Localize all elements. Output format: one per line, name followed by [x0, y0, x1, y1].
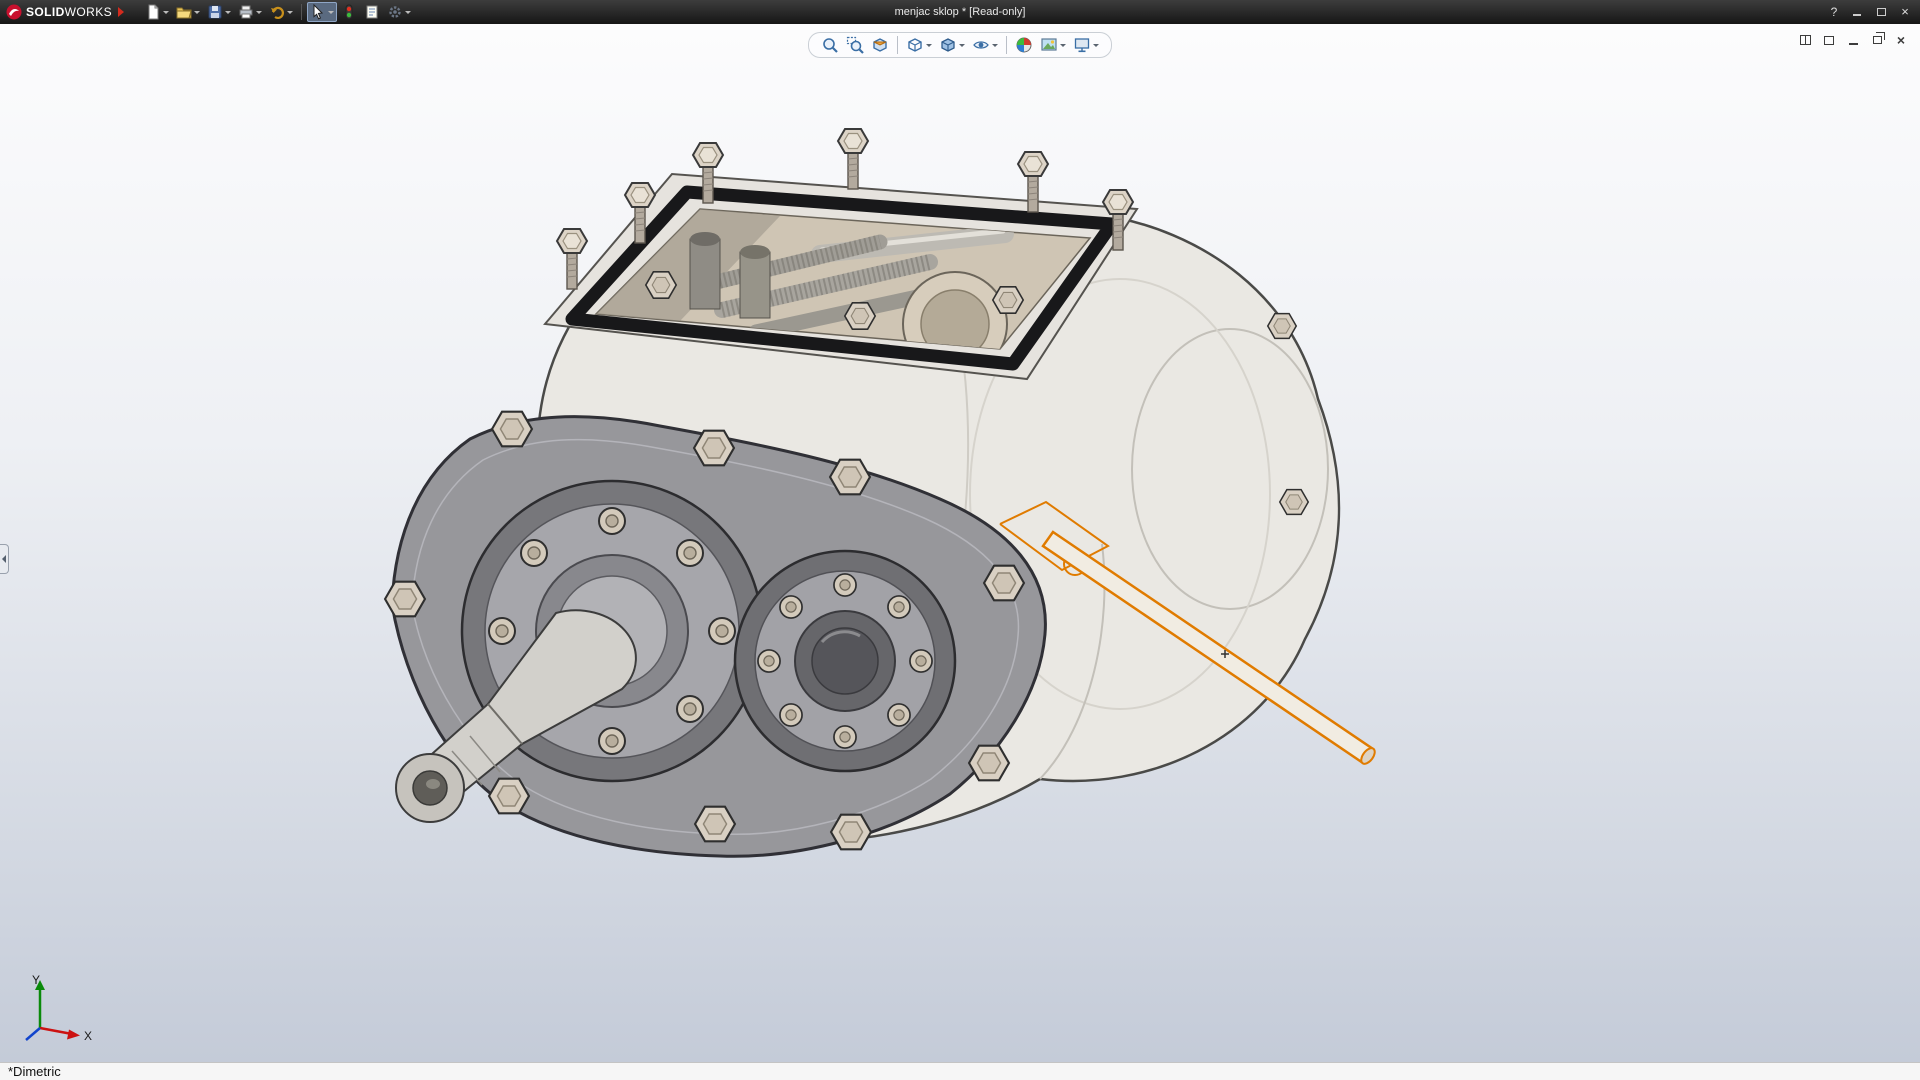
- status-bar: *Dimetric: [0, 1062, 1920, 1080]
- file-properties-icon: [364, 4, 380, 20]
- save-icon: [207, 4, 223, 20]
- graphics-area[interactable]: × Y X: [0, 24, 1920, 1062]
- feature-manager-collapse-handle[interactable]: [0, 544, 9, 574]
- window-close-button[interactable]: ×: [1896, 5, 1914, 19]
- heads-up-view-toolbar: [808, 32, 1112, 58]
- help-button[interactable]: ?: [1826, 5, 1842, 19]
- zoom-to-fit-icon: [821, 36, 839, 54]
- doc-close-icon: ×: [1897, 34, 1905, 46]
- menu-flyout-arrow-icon[interactable]: [118, 7, 124, 17]
- new-document-button[interactable]: [142, 2, 172, 22]
- apply-scene-dropdown-icon[interactable]: [1060, 44, 1066, 47]
- doc-restore-button[interactable]: [1868, 32, 1886, 48]
- view-orientation-cube-icon: [906, 36, 924, 54]
- edit-appearance-button[interactable]: [1013, 35, 1035, 55]
- save-dropdown-icon[interactable]: [225, 11, 231, 14]
- view-orientation-label: *Dimetric: [8, 1064, 61, 1079]
- view-settings-button[interactable]: [1071, 35, 1101, 55]
- doc-close-button[interactable]: ×: [1892, 32, 1910, 48]
- minimize-icon: [1853, 14, 1861, 16]
- print-icon: [238, 4, 254, 20]
- rebuild-icon: [341, 4, 357, 20]
- app-name-light: WORKS: [65, 5, 112, 19]
- open-icon: [176, 4, 192, 20]
- undo-dropdown-icon[interactable]: [287, 11, 293, 14]
- options-dropdown-icon[interactable]: [405, 11, 411, 14]
- right-bearing-flange[interactable]: [735, 551, 955, 771]
- options-button[interactable]: [384, 2, 414, 22]
- display-style-dropdown-icon[interactable]: [959, 44, 965, 47]
- x-axis-arrow-icon: [67, 1030, 80, 1040]
- tile-windows-icon: [1824, 36, 1834, 45]
- hide-show-eye-icon: [972, 36, 990, 54]
- collapse-arrow-icon: [2, 555, 6, 563]
- display-style-button[interactable]: [937, 35, 967, 55]
- main-toolbar: [142, 2, 414, 22]
- save-button[interactable]: [204, 2, 234, 22]
- window-maximize-button[interactable]: [1872, 5, 1890, 19]
- view-settings-icon: [1073, 36, 1091, 54]
- zoom-to-fit-button[interactable]: [819, 35, 841, 55]
- document-window-controls: ×: [1796, 32, 1910, 48]
- solidworks-window: SOLIDWORKS: [0, 0, 1920, 1080]
- rebuild-button[interactable]: [338, 2, 360, 22]
- triad-y-label: Y: [32, 973, 40, 987]
- reference-triad: Y X: [14, 972, 104, 1046]
- hide-show-dropdown-icon[interactable]: [992, 44, 998, 47]
- app-name-bold: SOLID: [26, 5, 65, 19]
- display-style-cube-icon: [939, 36, 957, 54]
- undo-button[interactable]: [266, 2, 296, 22]
- open-dropdown-icon[interactable]: [194, 11, 200, 14]
- options-gear-icon: [387, 4, 403, 20]
- view-orientation-dropdown-icon[interactable]: [926, 44, 932, 47]
- titlebar-right-controls: ? ×: [1826, 5, 1920, 19]
- z-axis-icon: [26, 1028, 40, 1040]
- section-view-button[interactable]: [869, 35, 891, 55]
- hud-separator: [1006, 36, 1007, 54]
- zoom-to-area-icon: [846, 36, 864, 54]
- window-minimize-button[interactable]: [1848, 5, 1866, 19]
- doc-minimize-icon: [1849, 43, 1858, 45]
- app-logo: SOLIDWORKS: [0, 4, 132, 20]
- undo-icon: [269, 4, 285, 20]
- doc-restore-icon: [1873, 36, 1882, 44]
- new-document-icon: [145, 4, 161, 20]
- view-orientation-button[interactable]: [904, 35, 934, 55]
- doc-pane-layout-button[interactable]: [1796, 32, 1814, 48]
- apply-scene-icon: [1040, 36, 1058, 54]
- hud-separator: [897, 36, 898, 54]
- section-view-icon: [871, 36, 889, 54]
- solidworks-logo-icon: [6, 4, 22, 20]
- app-name: SOLIDWORKS: [26, 5, 112, 19]
- close-icon: ×: [1901, 7, 1909, 17]
- toolbar-separator: [301, 4, 302, 20]
- view-settings-dropdown-icon[interactable]: [1093, 44, 1099, 47]
- new-document-dropdown-icon[interactable]: [163, 11, 169, 14]
- select-dropdown-icon[interactable]: [328, 11, 334, 14]
- title-bar: SOLIDWORKS: [0, 0, 1920, 24]
- file-properties-button[interactable]: [361, 2, 383, 22]
- apply-scene-button[interactable]: [1038, 35, 1068, 55]
- print-dropdown-icon[interactable]: [256, 11, 262, 14]
- select-arrow-icon: [310, 4, 326, 20]
- gearbox-model[interactable]: [0, 24, 1920, 1062]
- hide-show-items-button[interactable]: [970, 35, 1000, 55]
- print-button[interactable]: [235, 2, 265, 22]
- edit-appearance-sphere-icon: [1015, 36, 1033, 54]
- triad-x-label: X: [84, 1029, 92, 1043]
- select-button[interactable]: [307, 2, 337, 22]
- zoom-to-area-button[interactable]: [844, 35, 866, 55]
- pane-layout-icon: [1800, 35, 1811, 45]
- maximize-icon: [1877, 8, 1886, 16]
- open-button[interactable]: [173, 2, 203, 22]
- doc-minimize-button[interactable]: [1844, 32, 1862, 48]
- doc-tile-windows-button[interactable]: [1820, 32, 1838, 48]
